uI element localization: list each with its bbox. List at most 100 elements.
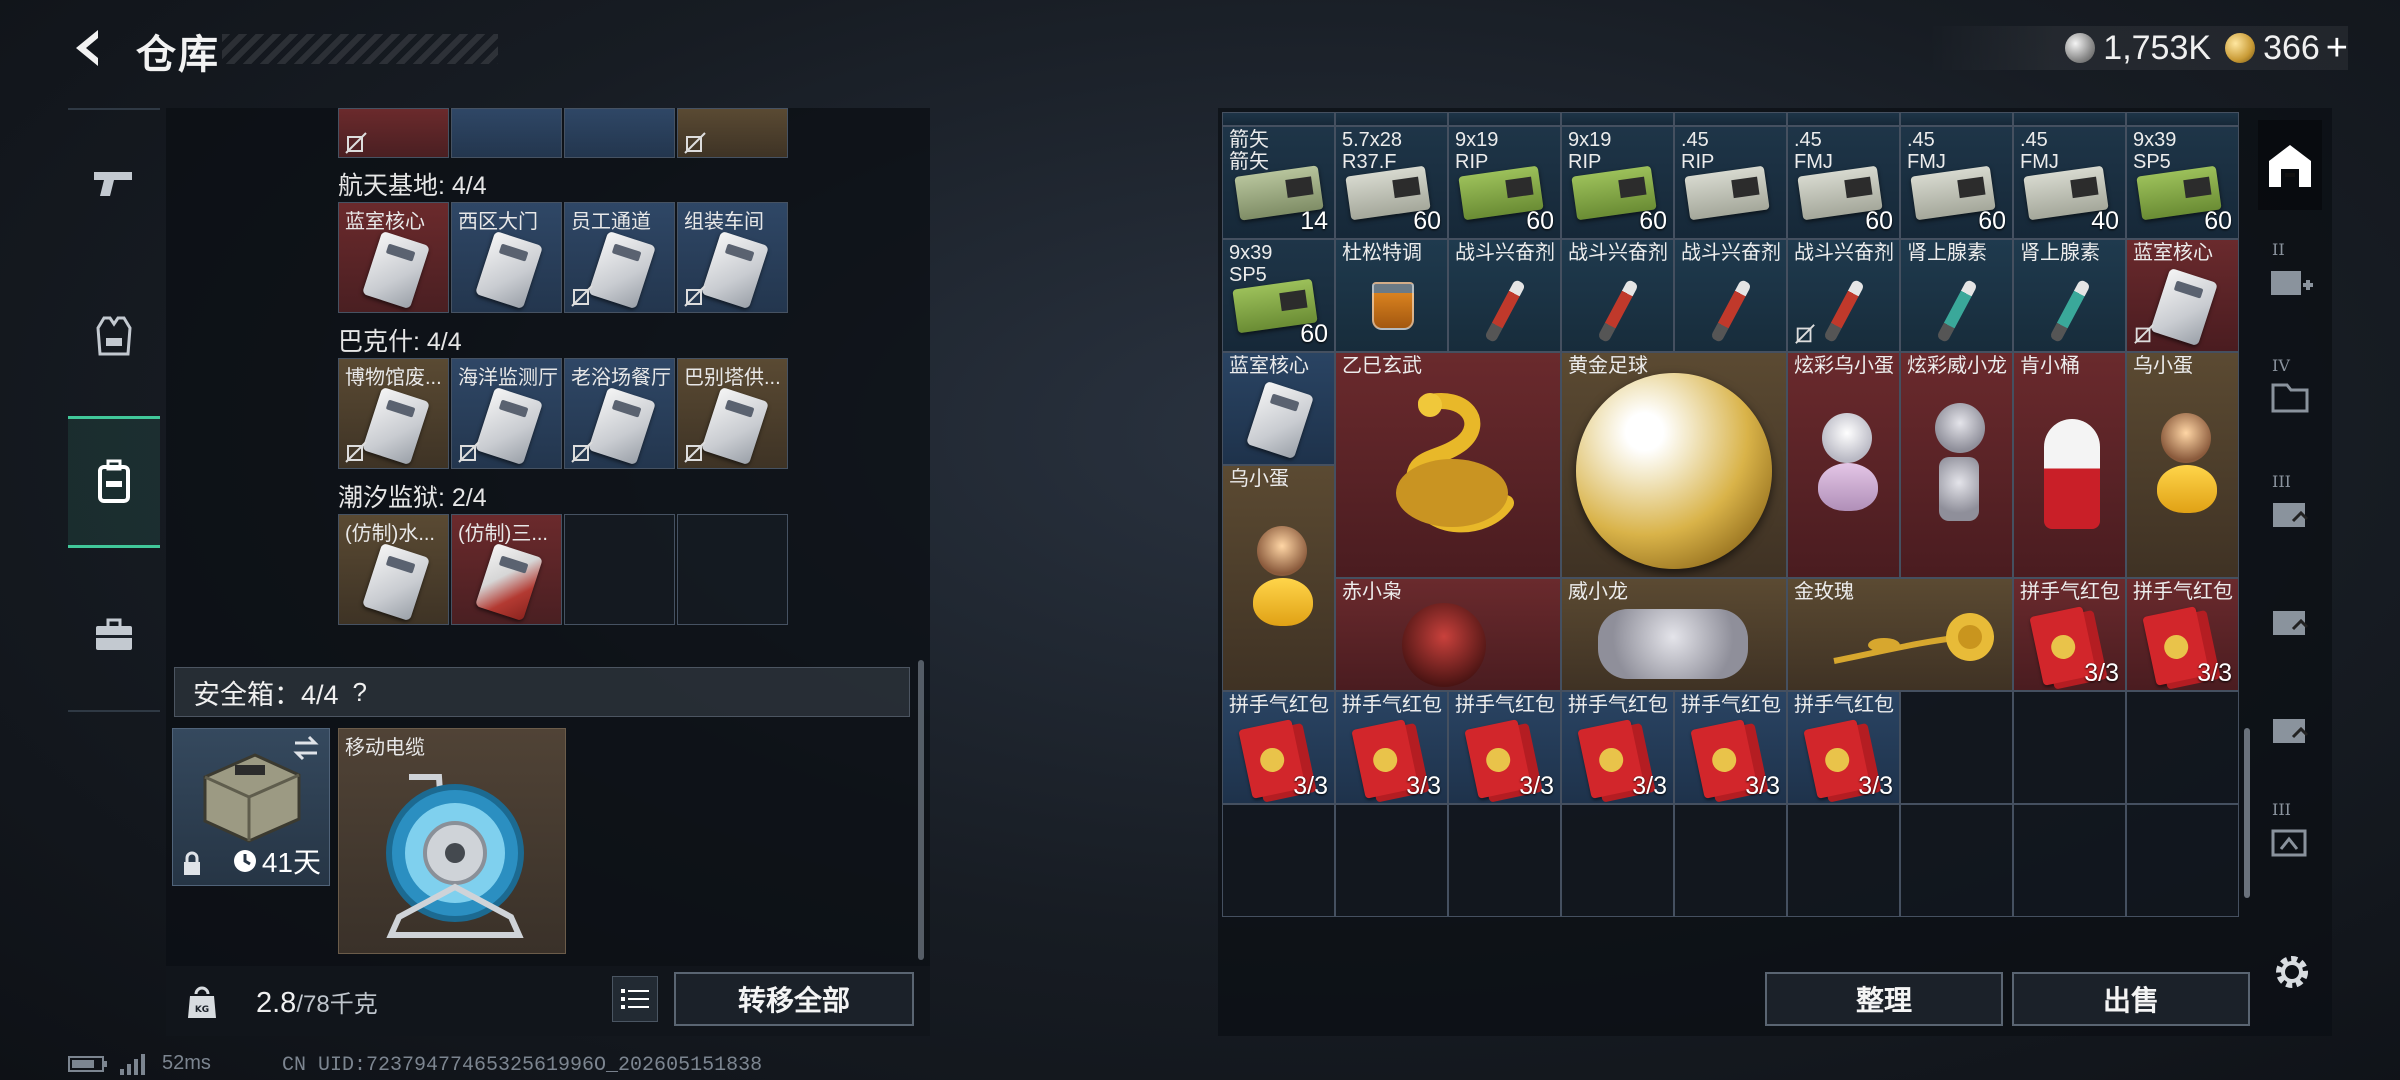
empty-stash-cell[interactable] (2126, 804, 2239, 917)
ammo-cell[interactable]: 箭矢 箭矢 14 (1222, 126, 1335, 239)
red-packet-cell[interactable]: 拼手气红包 3/3 (1222, 691, 1335, 804)
key-card-cell[interactable]: 海洋监测厅 (451, 358, 562, 469)
stash-page-7[interactable]: III (2258, 796, 2322, 886)
item-cable-reel[interactable]: 移动电缆 (338, 728, 566, 954)
key-card-cell[interactable]: 组装车间 (677, 202, 788, 313)
stash-cell-partial[interactable] (1900, 112, 2013, 126)
ammo-cell[interactable]: 9x39 SP5 60 (1222, 239, 1335, 352)
empty-stash-cell[interactable] (1674, 804, 1787, 917)
swap-icon[interactable] (291, 735, 321, 761)
red-packet-cell[interactable]: 拼手气红包 3/3 (1674, 691, 1787, 804)
backpack-tab[interactable] (68, 416, 160, 548)
collectible-figure-cell[interactable]: 炫彩威小龙 (1900, 352, 2013, 578)
stash-page-6[interactable] (2258, 684, 2322, 774)
empty-stash-cell[interactable] (1448, 804, 1561, 917)
settings-button[interactable] (2270, 950, 2314, 994)
collectible-egg-cell[interactable]: 乌小蛋 (1222, 465, 1335, 691)
stash-page-5[interactable] (2258, 576, 2322, 666)
inventory-scrollbar[interactable] (918, 660, 924, 960)
empty-stash-cell[interactable] (1335, 804, 1448, 917)
injector-cell[interactable]: 肾上腺素 (1900, 239, 2013, 352)
empty-key-slot[interactable] (564, 514, 675, 625)
toolbox-tab[interactable] (68, 590, 160, 680)
empty-stash-cell[interactable] (2126, 691, 2239, 804)
collectible-rose-cell[interactable]: 金玫瑰 (1787, 578, 2013, 691)
stash-cell-partial[interactable] (1335, 112, 1448, 126)
gold-currency[interactable]: 366 + (2225, 27, 2348, 70)
key-cell[interactable] (338, 108, 449, 158)
empty-stash-cell[interactable] (1561, 804, 1674, 917)
key-card-cell[interactable]: 蓝室核心 (338, 202, 449, 313)
empty-key-slot[interactable] (677, 514, 788, 625)
weapon-tab[interactable] (68, 138, 160, 228)
key-card-cell[interactable]: 老浴场餐厅 (564, 358, 675, 469)
stash-page-4[interactable]: III (2258, 468, 2322, 558)
ammo-cell[interactable]: 9x39 SP5 60 (2126, 126, 2239, 239)
ammo-cell[interactable]: .45 FMJ 60 (1900, 126, 2013, 239)
key-card-cell[interactable]: 博物馆废... (338, 358, 449, 469)
collectible-wei-cell[interactable]: 威小龙 (1561, 578, 1787, 691)
ammo-cell[interactable]: .45 RIP (1674, 126, 1787, 239)
injector-cell[interactable]: 战斗兴奋剂 (1674, 239, 1787, 352)
stash-cell-partial[interactable] (1222, 112, 1335, 126)
key-cell[interactable] (564, 108, 675, 158)
add-currency-button[interactable]: + (2326, 27, 2348, 70)
red-packet-cell[interactable]: 拼手气红包 3/3 (2126, 578, 2239, 691)
key-card-cell[interactable]: 巴别塔供... (677, 358, 788, 469)
red-packet-cell[interactable]: 拼手气红包 3/3 (1787, 691, 1900, 804)
svg-text:KG: KG (195, 1005, 209, 1015)
sell-button[interactable]: 出售 (2012, 972, 2250, 1026)
ammo-cell[interactable]: .45 FMJ 40 (2013, 126, 2126, 239)
stash-cell-partial[interactable] (1448, 112, 1561, 126)
ammo-cell[interactable]: .45 FMJ 60 (1787, 126, 1900, 239)
collectible-dragon-cell[interactable]: 乙巳玄武 (1335, 352, 1561, 578)
equipment-tab[interactable] (68, 292, 160, 382)
collectible-bucket-cell[interactable]: 肯小桶 (2013, 352, 2126, 578)
stash-cell-partial[interactable] (2126, 112, 2239, 126)
help-button[interactable]: ? (353, 677, 367, 708)
transfer-all-button[interactable]: 转移全部 (674, 972, 914, 1026)
sort-button[interactable]: 整理 (1765, 972, 2003, 1026)
drink-cell[interactable]: 杜松特调 (1335, 239, 1448, 352)
empty-stash-cell[interactable] (1900, 691, 2013, 804)
empty-stash-cell[interactable] (1900, 804, 2013, 917)
back-button[interactable] (62, 22, 114, 74)
key-cell[interactable] (451, 108, 562, 158)
key-cell[interactable] (677, 108, 788, 158)
empty-stash-cell[interactable] (2013, 691, 2126, 804)
stash-page-2[interactable]: II (2258, 236, 2322, 326)
empty-stash-cell[interactable] (2013, 804, 2126, 917)
key-card-cell[interactable]: 蓝室核心 (2126, 239, 2239, 352)
ammo-cell[interactable]: 9x19 RIP 60 (1448, 126, 1561, 239)
key-card-cell[interactable]: 西区大门 (451, 202, 562, 313)
red-packet-cell[interactable]: 拼手气红包 3/3 (2013, 578, 2126, 691)
stash-page-3[interactable]: IV (2258, 352, 2322, 442)
collectible-chi-cell[interactable]: 赤小枭 (1335, 578, 1561, 691)
injector-cell[interactable]: 战斗兴奋剂 (1561, 239, 1674, 352)
injector-cell[interactable]: 战斗兴奋剂 (1448, 239, 1561, 352)
ammo-cell[interactable]: 9x19 RIP 60 (1561, 126, 1674, 239)
red-packet-cell[interactable]: 拼手气红包 3/3 (1561, 691, 1674, 804)
key-card-cell[interactable]: (仿制)三... (451, 514, 562, 625)
collectible-ball-cell[interactable]: 黄金足球 (1561, 352, 1787, 578)
red-packet-cell[interactable]: 拼手气红包 3/3 (1448, 691, 1561, 804)
collectible-egg-cell[interactable]: 炫彩乌小蛋 (1787, 352, 1900, 578)
stash-cell-partial[interactable] (1561, 112, 1674, 126)
empty-stash-cell[interactable] (1787, 804, 1900, 917)
red-packet-cell[interactable]: 拼手气红包 3/3 (1335, 691, 1448, 804)
list-view-button[interactable] (612, 976, 658, 1022)
safe-case-slot[interactable]: 41天 (172, 728, 330, 886)
ammo-cell[interactable]: 5.7x28 R37.F 60 (1335, 126, 1448, 239)
item-name: 乌小蛋 (1229, 468, 1289, 490)
injector-cell[interactable]: 战斗兴奋剂 (1787, 239, 1900, 352)
stash-cell-partial[interactable] (1674, 112, 1787, 126)
collectible-egg-cell[interactable]: 乌小蛋 (2126, 352, 2239, 578)
key-card-cell[interactable]: (仿制)水... (338, 514, 449, 625)
key-card-cell[interactable]: 员工通道 (564, 202, 675, 313)
key-card-cell[interactable]: 蓝室核心 (1222, 352, 1335, 465)
stash-cell-partial[interactable] (2013, 112, 2126, 126)
empty-stash-cell[interactable] (1222, 804, 1335, 917)
injector-cell[interactable]: 肾上腺素 (2013, 239, 2126, 352)
stash-page-main[interactable] (2258, 120, 2322, 210)
stash-cell-partial[interactable] (1787, 112, 1900, 126)
